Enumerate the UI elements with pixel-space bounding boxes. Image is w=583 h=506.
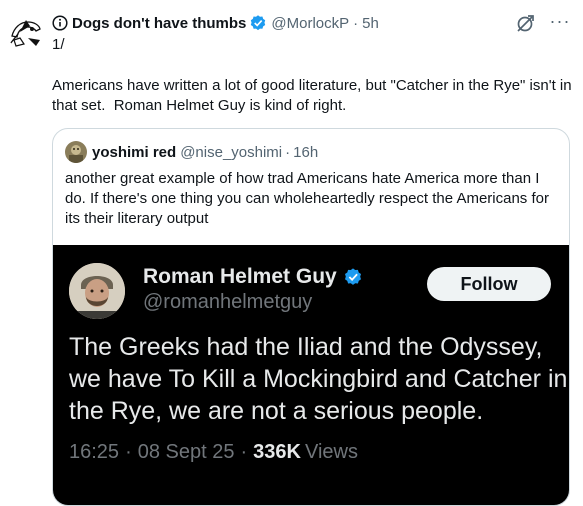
author-avatar[interactable] — [6, 10, 46, 50]
quote-author-avatar — [65, 141, 87, 163]
embed-text: The Greeks had the Iliad and the Odyssey… — [69, 333, 568, 425]
embed-views-count: 336K — [253, 441, 301, 463]
embedded-screenshot: Roman Helmet Guy @romanhelmetguy Follow … — [53, 245, 569, 505]
quote-time: 16h — [293, 143, 319, 161]
info-icon — [52, 15, 68, 31]
embed-author-handle: @romanhelmetguy — [143, 291, 313, 313]
thread-number: 1/ — [52, 36, 65, 53]
embed-author-avatar — [69, 263, 125, 319]
grok-icon[interactable] — [515, 14, 535, 34]
quoted-tweet[interactable]: yoshimi red @nise_yoshimi · 16h another … — [52, 128, 570, 506]
tweet-header: Dogs don't have thumbs @MorlockP · 5h ··… — [52, 12, 573, 34]
embed-separator-2: · — [240, 441, 248, 463]
embed-time: 16:25 — [69, 441, 120, 463]
verified-badge-icon — [249, 14, 267, 32]
author-name[interactable]: Dogs don't have thumbs — [72, 15, 246, 32]
quote-author-name: yoshimi red — [92, 143, 177, 161]
quote-author-handle: @nise_yoshimi — [180, 143, 283, 161]
quote-separator: · — [285, 143, 291, 161]
header-separator: · — [353, 14, 359, 32]
embed-author-name-row: Roman Helmet Guy — [143, 265, 363, 289]
tweet[interactable]: Dogs don't have thumbs @MorlockP · 5h ··… — [0, 0, 583, 506]
tweet-time[interactable]: 5h — [362, 15, 379, 32]
quote-header: yoshimi red @nise_yoshimi · 16h — [65, 141, 318, 163]
embed-separator: · — [125, 441, 132, 463]
quote-text: another great example of how trad Americ… — [65, 170, 549, 227]
author-handle[interactable]: @MorlockP — [271, 15, 349, 32]
embed-views-label: Views — [304, 441, 358, 463]
more-icon[interactable]: ··· — [549, 12, 571, 34]
embed-meta: 16:25 · 08 Sept 25 · 336K Views — [69, 441, 358, 464]
embed-verified-badge-icon — [343, 267, 363, 287]
embed-follow-button: Follow — [427, 267, 551, 301]
embed-date: 08 Sept 25 — [137, 441, 235, 463]
tweet-text: Americans have written a lot of good lit… — [52, 77, 576, 114]
embed-author-name: Roman Helmet Guy — [143, 265, 337, 288]
